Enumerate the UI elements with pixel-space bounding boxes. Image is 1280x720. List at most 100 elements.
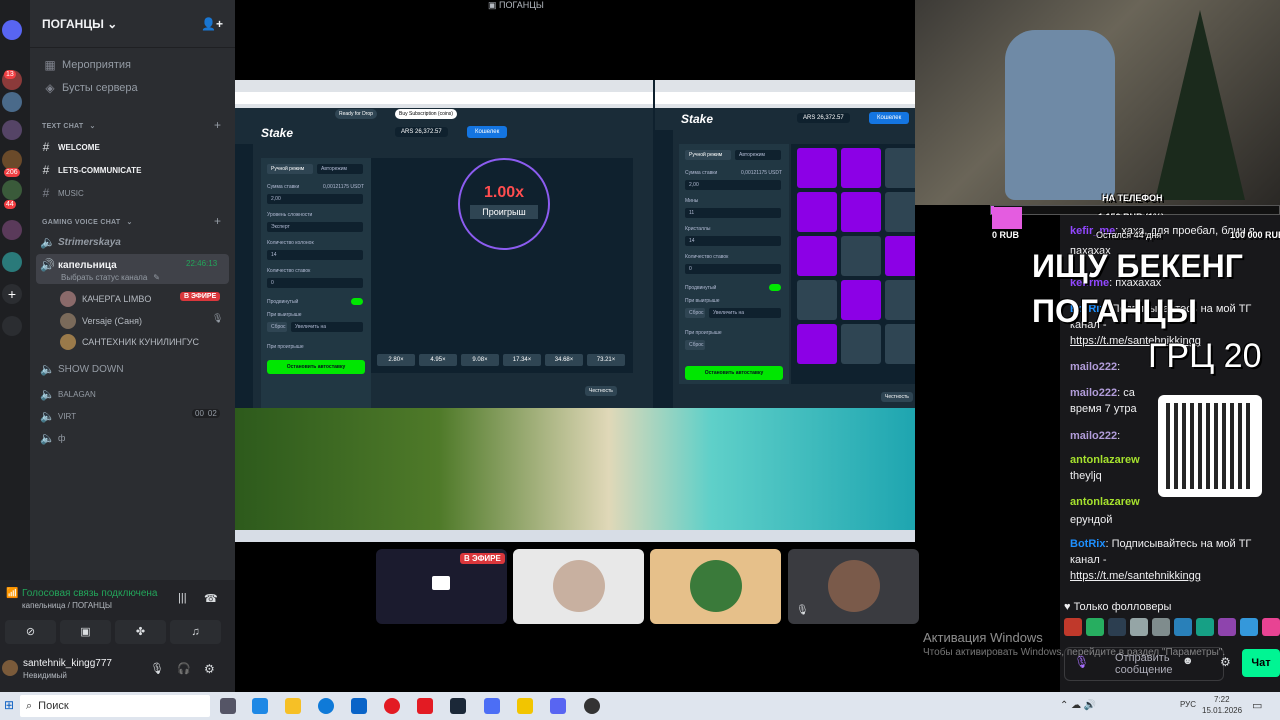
channel-welcome[interactable]: # WELCOME bbox=[40, 140, 100, 154]
channel-music[interactable]: # MUSIC bbox=[40, 186, 84, 200]
bets-input[interactable]: 0 bbox=[267, 278, 363, 288]
emote-icon[interactable] bbox=[1108, 618, 1126, 636]
balance-display[interactable]: ARS 26,372.57 bbox=[395, 127, 448, 137]
reset-button[interactable]: Сброс bbox=[267, 322, 287, 332]
camera-off-icon[interactable]: ⊘ bbox=[5, 620, 56, 644]
discord-home-icon[interactable] bbox=[2, 20, 22, 40]
advanced-toggle[interactable] bbox=[769, 284, 781, 291]
channel-status[interactable]: Выбрать статус канала ✎ bbox=[61, 273, 160, 282]
voice-user[interactable]: САНТЕХНИК КУНИЛИНГУС bbox=[60, 334, 199, 350]
emote-icon[interactable] bbox=[1086, 618, 1104, 636]
mine-tile-revealed[interactable] bbox=[797, 192, 837, 232]
server-icon[interactable] bbox=[2, 150, 22, 170]
mine-tile[interactable] bbox=[885, 280, 915, 320]
server-icon[interactable] bbox=[2, 92, 22, 112]
screen-share-stream[interactable]: Ready for Drop Buy Subscription (coins) … bbox=[235, 80, 915, 542]
mine-tile-revealed[interactable] bbox=[797, 148, 837, 188]
chat-username[interactable]: BotRix bbox=[1070, 538, 1105, 550]
mine-tile[interactable] bbox=[885, 148, 915, 188]
windows-start-icon[interactable]: ⊞ bbox=[4, 698, 14, 712]
yandex-browser-icon[interactable] bbox=[417, 698, 433, 714]
app-icon[interactable] bbox=[517, 698, 533, 714]
clock-time[interactable]: 7:22 bbox=[1214, 695, 1230, 704]
chat-username[interactable]: mailo222 bbox=[1070, 361, 1117, 373]
headphones-icon[interactable]: 🎧 bbox=[177, 662, 191, 675]
gems-input[interactable]: 14 bbox=[685, 236, 781, 246]
reset-button[interactable]: Сброс bbox=[685, 308, 705, 318]
explore-icon[interactable] bbox=[2, 316, 22, 336]
task-view-icon[interactable] bbox=[220, 698, 236, 714]
tab-manual[interactable]: Ручной режим bbox=[685, 150, 731, 160]
mail-icon[interactable] bbox=[351, 698, 367, 714]
voice-channel-path[interactable]: капельница / ПОГАНЦЫ bbox=[22, 601, 112, 610]
emote-icon[interactable] bbox=[1152, 618, 1170, 636]
emote-icon[interactable] bbox=[1240, 618, 1258, 636]
boosts-link[interactable]: ◈ Бусты сервера bbox=[44, 81, 137, 95]
emote-icon[interactable] bbox=[1130, 618, 1148, 636]
mine-tile[interactable] bbox=[841, 324, 881, 364]
reset-button[interactable]: Сброс bbox=[685, 340, 705, 350]
events-link[interactable]: ▦ Мероприятия bbox=[44, 58, 131, 72]
wallet-button[interactable]: Кошелек bbox=[869, 112, 910, 124]
count-select[interactable]: 14 bbox=[267, 250, 363, 260]
stop-auto-button[interactable]: Остановить автоставку bbox=[267, 360, 365, 374]
disconnect-icon[interactable]: ☎ bbox=[204, 592, 218, 605]
bet-input[interactable]: 2,00 bbox=[267, 194, 363, 204]
yandex-icon[interactable] bbox=[384, 698, 400, 714]
participant-tile[interactable] bbox=[513, 549, 644, 624]
microphone-icon[interactable]: 🎙 bbox=[150, 662, 164, 675]
chat-text[interactable]: https://t.me/santehnikkingg bbox=[1070, 570, 1201, 582]
increase-input[interactable]: Увеличить на bbox=[709, 308, 781, 318]
voice-channel-virt[interactable]: 🔈 VIRT bbox=[40, 409, 76, 423]
mine-tile-revealed[interactable] bbox=[841, 148, 881, 188]
participant-tile[interactable]: В ЭФИРЕ bbox=[376, 549, 507, 624]
emote-icon[interactable] bbox=[1218, 618, 1236, 636]
emote-icon[interactable] bbox=[1064, 618, 1082, 636]
mines-select[interactable]: 11 bbox=[685, 208, 781, 218]
app-icon[interactable] bbox=[484, 698, 500, 714]
screen-share-icon[interactable]: ▣ bbox=[60, 620, 111, 644]
server-icon[interactable] bbox=[2, 252, 22, 272]
fairness-button[interactable]: Честность bbox=[881, 392, 913, 402]
emote-icon[interactable] bbox=[1262, 618, 1280, 636]
chat-send-button[interactable]: Чат bbox=[1242, 649, 1280, 677]
input-language[interactable]: РУС bbox=[1180, 700, 1196, 709]
wallet-button[interactable]: Кошелек bbox=[467, 126, 508, 138]
advanced-toggle[interactable] bbox=[351, 298, 363, 305]
invite-icon[interactable]: 👤+ bbox=[201, 17, 223, 31]
chat-username[interactable]: mailo222 bbox=[1070, 430, 1117, 442]
activities-icon[interactable]: ✤ bbox=[115, 620, 166, 644]
address-bar[interactable] bbox=[235, 92, 653, 104]
voice-channel-balagan[interactable]: 🔈 BALAGAN bbox=[40, 387, 96, 401]
voice-channel-phi[interactable]: 🔈 ф bbox=[40, 431, 65, 445]
emote-icon[interactable] bbox=[1196, 618, 1214, 636]
channel-lets-communicate[interactable]: # LETS-COMMUNICATE bbox=[40, 163, 142, 177]
mine-tile-revealed[interactable] bbox=[885, 236, 915, 276]
participant-tile[interactable]: 🎙 bbox=[788, 549, 919, 624]
balance-display[interactable]: ARS 26,372.57 bbox=[797, 113, 850, 123]
mine-tile-revealed[interactable] bbox=[841, 280, 881, 320]
bet-input[interactable]: 2,00 bbox=[685, 180, 781, 190]
voice-channel-strimerskaya[interactable]: 🔈 Strimerskaya bbox=[40, 235, 121, 249]
chat-username[interactable]: antonlazarew bbox=[1070, 454, 1140, 466]
tab-auto[interactable]: Авторежим bbox=[317, 164, 363, 174]
tray-icons[interactable]: ⌃ ☁ 🔊 bbox=[1060, 700, 1096, 711]
mine-tile-revealed[interactable] bbox=[797, 236, 837, 276]
address-bar[interactable] bbox=[655, 92, 915, 104]
avatar[interactable] bbox=[2, 660, 18, 676]
difficulty-select[interactable]: Эксперт bbox=[267, 222, 363, 232]
soundboard-icon[interactable]: ♫ bbox=[170, 620, 221, 644]
chat-username[interactable]: antonlazarew bbox=[1070, 496, 1140, 508]
add-server-icon[interactable]: + bbox=[2, 284, 22, 304]
settings-gear-icon[interactable]: ⚙ bbox=[204, 662, 215, 676]
mine-tile-revealed[interactable] bbox=[797, 324, 837, 364]
noise-suppression-icon[interactable]: ||| bbox=[178, 592, 187, 604]
emote-icon[interactable] bbox=[1174, 618, 1192, 636]
discord-icon[interactable] bbox=[550, 698, 566, 714]
server-header[interactable]: ПОГАНЦЫ ⌄ 👤+ bbox=[30, 0, 235, 48]
tab-auto[interactable]: Авторежим bbox=[735, 150, 781, 160]
explorer-icon[interactable] bbox=[285, 698, 301, 714]
voice-user[interactable]: Versaje (Саня) bbox=[60, 313, 142, 329]
voice-user[interactable]: КАЧЕРГА LIMBO bbox=[60, 291, 151, 307]
category-gaming-voice[interactable]: GAMING VOICE CHAT ⌄ bbox=[42, 218, 133, 227]
